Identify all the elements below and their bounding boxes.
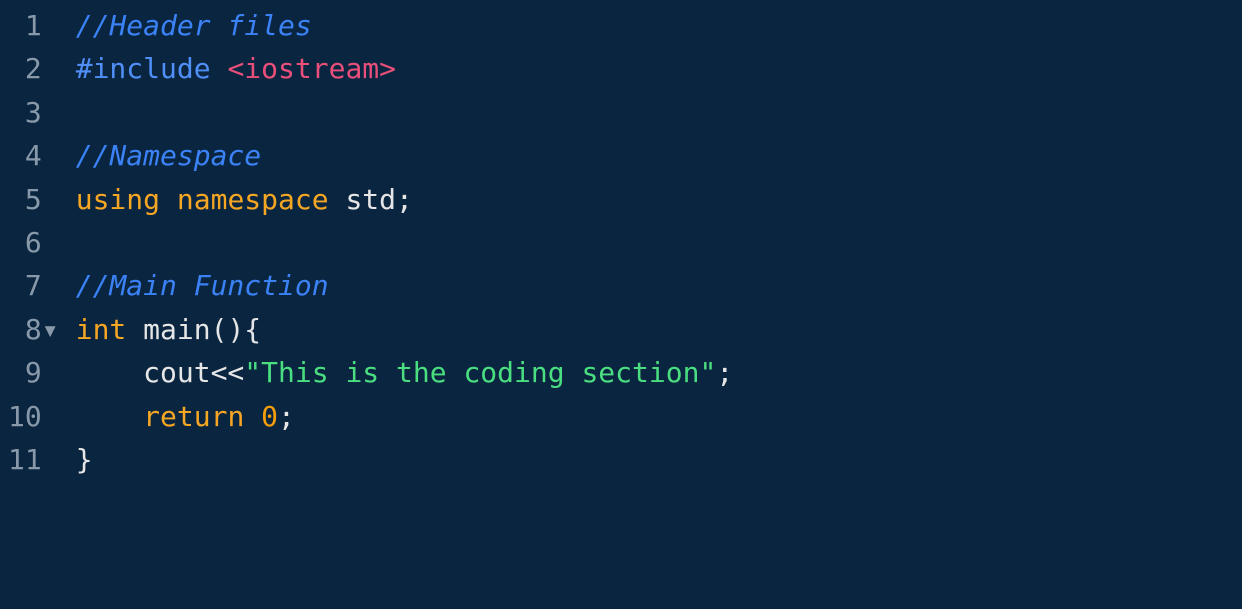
token-keyword: return <box>143 400 244 433</box>
token-comment: //Header files <box>76 9 312 42</box>
line-number: 7 <box>8 264 58 307</box>
token-keyword: namespace <box>177 183 329 216</box>
fold-toggle-icon[interactable]: ▾ <box>42 308 58 351</box>
code-line[interactable]: int main(){ <box>76 308 733 351</box>
token-plain: } <box>76 443 93 476</box>
token-plain: std; <box>329 183 413 216</box>
token-string: "This is the coding section" <box>244 356 716 389</box>
line-number: 2 <box>8 47 58 90</box>
code-line[interactable]: //Namespace <box>76 134 733 177</box>
line-number: 5 <box>8 178 58 221</box>
code-line[interactable]: return 0; <box>76 395 733 438</box>
code-editor[interactable]: 1 2 3 4 5 6 7 8▾9 10 11 //Header files #i… <box>0 0 1242 609</box>
line-number: 8▾ <box>8 308 58 351</box>
code-line[interactable]: //Header files <box>76 4 733 47</box>
line-number: 3 <box>8 91 58 134</box>
token-comment: //Namespace <box>76 139 261 172</box>
code-line[interactable]: cout<<"This is the coding section"; <box>76 351 733 394</box>
code-line[interactable]: //Main Function <box>76 264 733 307</box>
token-type: int <box>76 313 127 346</box>
line-number-gutter: 1 2 3 4 5 6 7 8▾9 10 11 <box>0 0 70 609</box>
code-line[interactable]: using namespace std; <box>76 178 733 221</box>
code-line[interactable]: #include <iostream> <box>76 47 733 90</box>
token-number: 0 <box>261 400 278 433</box>
token-plain <box>76 400 143 433</box>
code-area[interactable]: //Header files #include <iostream> //Names… <box>70 0 733 609</box>
token-kw-blue: #include <box>76 52 228 85</box>
line-number: 1 <box>8 4 58 47</box>
token-plain <box>160 183 177 216</box>
token-comment: //Main Function <box>76 269 329 302</box>
code-line[interactable]: } <box>76 438 733 481</box>
line-number: 11 <box>8 438 58 481</box>
token-plain <box>244 400 261 433</box>
token-plain: ; <box>278 400 295 433</box>
token-include: <iostream> <box>227 52 396 85</box>
line-number: 6 <box>8 221 58 264</box>
line-number: 10 <box>8 395 58 438</box>
code-line[interactable] <box>76 91 733 134</box>
token-plain: cout<< <box>76 356 245 389</box>
line-number: 9 <box>8 351 58 394</box>
token-plain: ; <box>716 356 733 389</box>
code-line[interactable] <box>76 221 733 264</box>
token-plain: main(){ <box>126 313 261 346</box>
line-number: 4 <box>8 134 58 177</box>
token-keyword: using <box>76 183 160 216</box>
